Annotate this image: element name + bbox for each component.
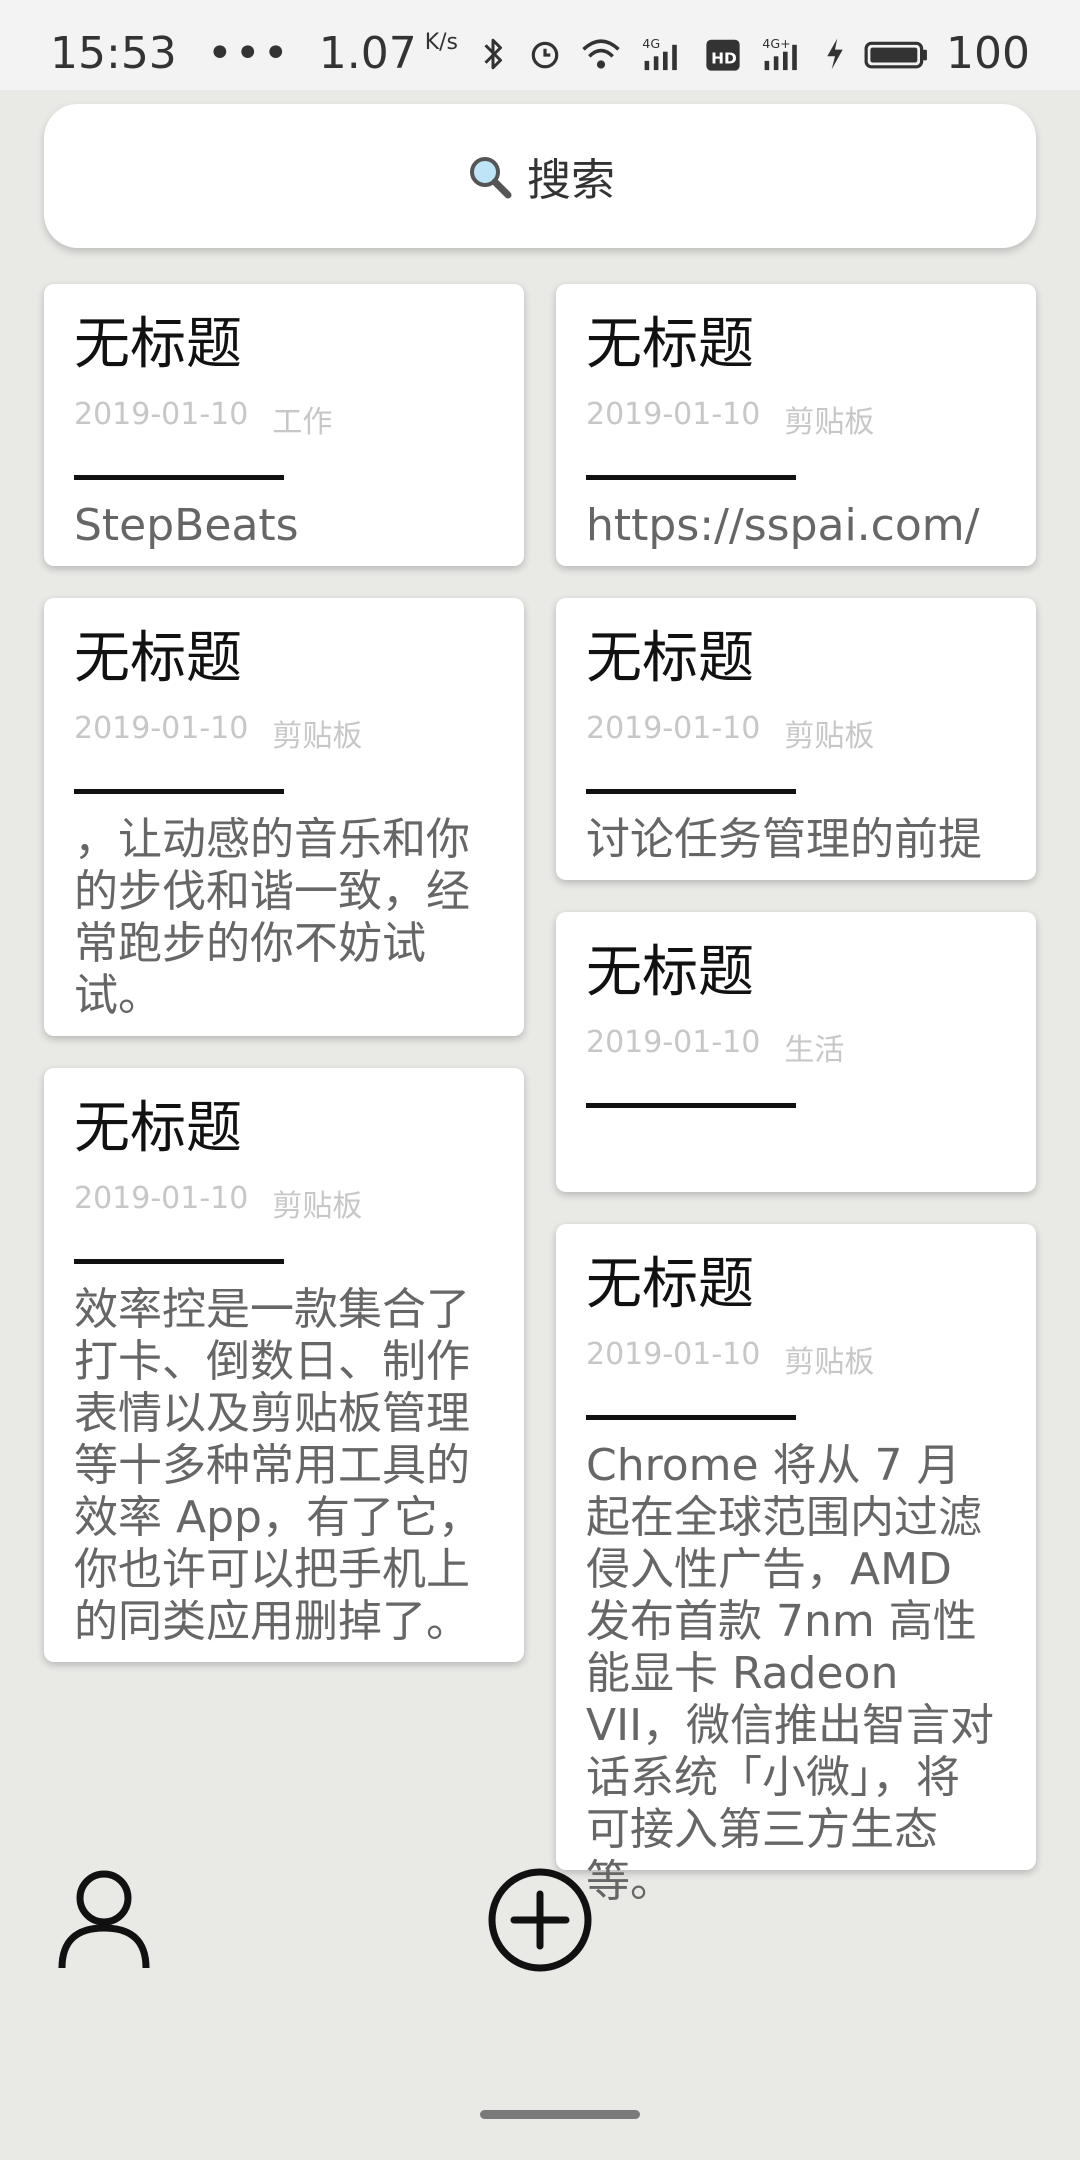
battery-percent: 100 — [946, 28, 1030, 79]
note-title: 无标题 — [586, 940, 754, 1005]
note-card[interactable]: 无标题 2019-01-10 剪贴板 效率控是一款集合了打卡、倒数日、制作表情以… — [44, 1068, 524, 1662]
note-divider — [586, 474, 796, 480]
note-divider — [74, 474, 284, 480]
note-title: 无标题 — [74, 626, 242, 691]
note-date: 2019-01-10 — [586, 1024, 761, 1060]
note-title: 无标题 — [586, 1252, 754, 1317]
note-category: 剪贴板 — [784, 404, 875, 440]
note-body: Chrome 将从 7 月起在全球范围内过滤侵入性广告，AMD 发布首款 7nm… — [586, 1439, 995, 1907]
note-body: 讨论任务管理的前提 — [586, 813, 982, 865]
note-card[interactable]: 无标题 2019-01-10 剪贴板 https://sspai.com/ — [556, 284, 1036, 566]
note-body: 效率控是一款集合了打卡、倒数日、制作表情以及剪贴板管理等十多种常用工具的效率 A… — [74, 1283, 482, 1647]
note-meta: 2019-01-10 生活 — [586, 1025, 1006, 1069]
note-category: 剪贴板 — [784, 1344, 875, 1380]
charging-icon — [827, 38, 843, 69]
note-divider — [74, 1258, 284, 1264]
note-date: 2019-01-10 — [74, 1180, 249, 1216]
status-bar: 15:53 ••• 1.07 K/s 4G HD 4G+ 100 — [0, 0, 1080, 90]
svg-text:4G: 4G — [642, 36, 660, 51]
note-divider — [586, 1102, 796, 1108]
note-title: 无标题 — [74, 1096, 242, 1161]
note-date: 2019-01-10 — [586, 1336, 761, 1372]
note-card[interactable]: 无标题 2019-01-10 剪贴板 Chrome 将从 7 月起在全球范围内过… — [556, 1224, 1036, 1907]
note-title: 无标题 — [586, 312, 754, 377]
net-speed-unit: K/s — [424, 30, 459, 55]
search-bar[interactable]: 搜索 — [44, 104, 1036, 248]
note-card[interactable]: 无标题 2019-01-10 剪贴板 讨论任务管理的前提 — [556, 598, 1036, 880]
add-circle-icon[interactable] — [486, 1866, 594, 1974]
note-title: 无标题 — [586, 626, 754, 691]
note-card[interactable]: 无标题 2019-01-10 生活 — [556, 912, 1036, 1192]
battery-icon — [864, 41, 927, 68]
note-date: 2019-01-10 — [586, 396, 761, 432]
note-card[interactable]: 无标题 2019-01-10 剪贴板 ，让动感的音乐和你的步伐和谐一致，经常跑步… — [44, 598, 524, 1036]
status-bar-right: 1.07 K/s 4G HD 4G+ 100 — [319, 28, 1030, 79]
note-category: 剪贴板 — [784, 718, 875, 754]
note-divider — [586, 788, 796, 794]
signal-4g-icon: 4G — [642, 36, 677, 70]
note-body: ，让动感的音乐和你的步伐和谐一致，经常跑步的你不妨试试。 — [74, 813, 470, 1021]
home-indicator[interactable] — [480, 2110, 640, 2119]
note-divider — [586, 1414, 796, 1420]
status-bar-left: 15:53 ••• — [50, 28, 291, 79]
search-label: 搜索 — [527, 155, 615, 206]
signal-4g-plus-icon: 4G+ — [762, 36, 797, 70]
note-date: 2019-01-10 — [74, 710, 249, 746]
note-category: 工作 — [272, 404, 333, 440]
note-body: StepBeats — [74, 499, 299, 551]
net-speed-value: 1.07 — [318, 28, 417, 79]
note-divider — [74, 788, 284, 794]
note-card[interactable]: 无标题 2019-01-10 工作 StepBeats — [44, 284, 524, 566]
note-meta: 2019-01-10 剪贴板 — [74, 1181, 494, 1225]
note-title: 无标题 — [74, 312, 242, 377]
net-speed: 1.07 K/s — [319, 28, 458, 79]
bluetooth-icon — [484, 38, 503, 69]
note-meta: 2019-01-10 剪贴板 — [74, 711, 494, 755]
alarm-icon — [531, 41, 559, 68]
note-category: 生活 — [784, 1032, 845, 1068]
status-time: 15:53 — [50, 28, 177, 79]
note-category: 剪贴板 — [272, 718, 363, 754]
note-category: 剪贴板 — [272, 1188, 363, 1224]
svg-text:HD: HD — [711, 49, 737, 67]
note-date: 2019-01-10 — [586, 710, 761, 746]
search-icon — [470, 157, 512, 199]
note-meta: 2019-01-10 剪贴板 — [586, 1337, 1006, 1381]
note-meta: 2019-01-10 剪贴板 — [586, 711, 1006, 755]
note-meta: 2019-01-10 工作 — [74, 397, 494, 441]
hd-icon: HD — [706, 39, 740, 71]
note-meta: 2019-01-10 剪贴板 — [586, 397, 1006, 441]
note-date: 2019-01-10 — [74, 396, 249, 432]
wifi-icon — [582, 38, 620, 69]
note-body: https://sspai.com/ — [586, 499, 980, 551]
svg-text:4G+: 4G+ — [762, 36, 790, 51]
status-more-dots: ••• — [206, 28, 291, 79]
person-icon[interactable] — [56, 1862, 152, 1972]
